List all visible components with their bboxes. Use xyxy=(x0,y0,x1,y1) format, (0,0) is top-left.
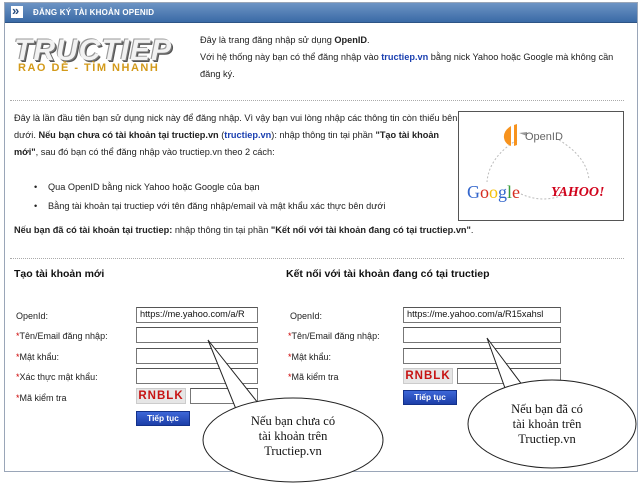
openid-label: OpenId: xyxy=(290,311,323,321)
panel-title: ĐĂNG KÝ TÀI KHOẢN OPENID xyxy=(33,8,155,17)
captcha-field[interactable] xyxy=(190,388,258,404)
para-bold-1: Nếu bạn chưa có tài khoản tại tructiep.v… xyxy=(38,130,219,140)
confirm-password-label: *Xác thực mật khẩu: xyxy=(16,372,98,382)
captcha-label: *Mã kiểm tra xyxy=(288,372,339,382)
yahoo-logo: YAHOO! xyxy=(551,185,604,200)
para-text-3: ): nhập thông tin tại phần xyxy=(271,130,376,140)
password-label-text: Mật khẩu: xyxy=(19,352,60,362)
list-item: Qua OpenID bằng nick Yahoo hoặc Google c… xyxy=(34,178,448,197)
username-label-text: Tên/Email đăng nhập: xyxy=(19,331,108,341)
password-label: *Mật khẩu: xyxy=(16,352,59,362)
username-field[interactable] xyxy=(136,327,258,343)
panel-header: ĐĂNG KÝ TÀI KHOẢN OPENID xyxy=(5,3,637,23)
note-text-1: nhập thông tin tại phần xyxy=(172,225,271,235)
password-label: *Mật khẩu: xyxy=(288,352,331,362)
openid-field[interactable]: https://me.yahoo.com/a/R15xahsl xyxy=(403,307,561,323)
callout-line: tài khoản trên xyxy=(512,417,582,431)
callout-line: tài khoản trên xyxy=(258,429,328,443)
captcha-image: RNBLK xyxy=(403,368,453,384)
connect-account-title: Kết nối với tài khoản đang có tại tructi… xyxy=(286,268,490,280)
openid-providers-diagram: OpenID Google YAHOO! xyxy=(458,111,624,221)
callout-text-left: Nếu bạn chưa có tài khoản trên Tructiep.… xyxy=(218,414,368,459)
callout-line: Nếu bạn chưa có xyxy=(250,414,336,428)
tructiep-link[interactable]: tructiep.vn xyxy=(381,52,428,62)
username-label-text: Tên/Email đăng nhập: xyxy=(291,331,380,341)
divider xyxy=(10,100,624,101)
password-label-text: Mật khẩu: xyxy=(291,352,332,362)
double-chevron-icon xyxy=(11,3,23,18)
callout-line: Tructiep.vn xyxy=(264,444,322,458)
intro-openid: OpenID xyxy=(334,35,368,45)
intro-text-3: Với hệ thống này bạn có thể đăng nhập và… xyxy=(200,52,382,62)
google-logo: Google xyxy=(467,182,520,202)
confirm-label-text: Xác thực mật khẩu: xyxy=(19,372,98,382)
openid-field[interactable]: https://me.yahoo.com/a/R xyxy=(136,307,258,323)
intro-text: Đây là trang đăng nhập sử dụng OpenID. V… xyxy=(200,32,620,83)
note-text-2: . xyxy=(470,225,474,235)
logo-tagline: RAO DỄ - TÌM NHANH xyxy=(18,62,160,74)
existing-account-note: Nếu bạn đã có tài khoản tại tructiep: nh… xyxy=(14,225,614,235)
note-bold-2: "Kết nối với tài khoản đang có tại truct… xyxy=(270,225,471,235)
list-item: Bằng tài khoản tại tructiep với tên đăng… xyxy=(34,197,448,216)
login-methods-list: Qua OpenID bằng nick Yahoo hoặc Google c… xyxy=(34,178,448,216)
openid-label: OpenID xyxy=(525,131,563,143)
create-account-title: Tạo tài khoản mới xyxy=(14,268,105,280)
captcha-label-text: Mã kiểm tra xyxy=(19,393,67,403)
callout-text-right: Nếu bạn đã có tài khoản trên Tructiep.vn xyxy=(472,402,622,447)
openid-label: OpenId: xyxy=(16,311,49,321)
password-field[interactable] xyxy=(403,348,561,364)
captcha-field[interactable] xyxy=(457,368,561,384)
confirm-password-field[interactable] xyxy=(136,368,258,384)
username-label: *Tên/Email đăng nhập: xyxy=(288,331,380,341)
intro-text-2: . xyxy=(367,35,370,45)
tructiep-logo: TRUCTIEP RAO DỄ - TÌM NHANH xyxy=(10,34,186,78)
tructiep-link-2[interactable]: tructiep.vn xyxy=(224,130,271,140)
captcha-image: RNBLK xyxy=(136,388,186,404)
password-field[interactable] xyxy=(136,348,258,364)
intro-text-1: Đây là trang đăng nhập sử dụng xyxy=(200,35,335,45)
captcha-label-text: Mã kiểm tra xyxy=(291,372,339,382)
captcha-label: *Mã kiểm tra xyxy=(16,393,67,403)
username-label: *Tên/Email đăng nhập: xyxy=(16,331,108,341)
para-text-4: , sau đó bạn có thể đăng nhập vào tructi… xyxy=(35,147,275,157)
note-bold-1: Nếu bạn đã có tài khoản tại tructiep: xyxy=(14,225,173,235)
divider xyxy=(10,258,624,259)
callout-line: Tructiep.vn xyxy=(518,432,576,446)
first-login-paragraph: Đây là lần đầu tiên bạn sử dụng nick này… xyxy=(14,110,464,161)
continue-button[interactable]: Tiếp tục xyxy=(403,390,457,405)
continue-button[interactable]: Tiếp tục xyxy=(136,411,190,426)
username-field[interactable] xyxy=(403,327,561,343)
callout-line: Nếu bạn đã có xyxy=(511,402,583,416)
